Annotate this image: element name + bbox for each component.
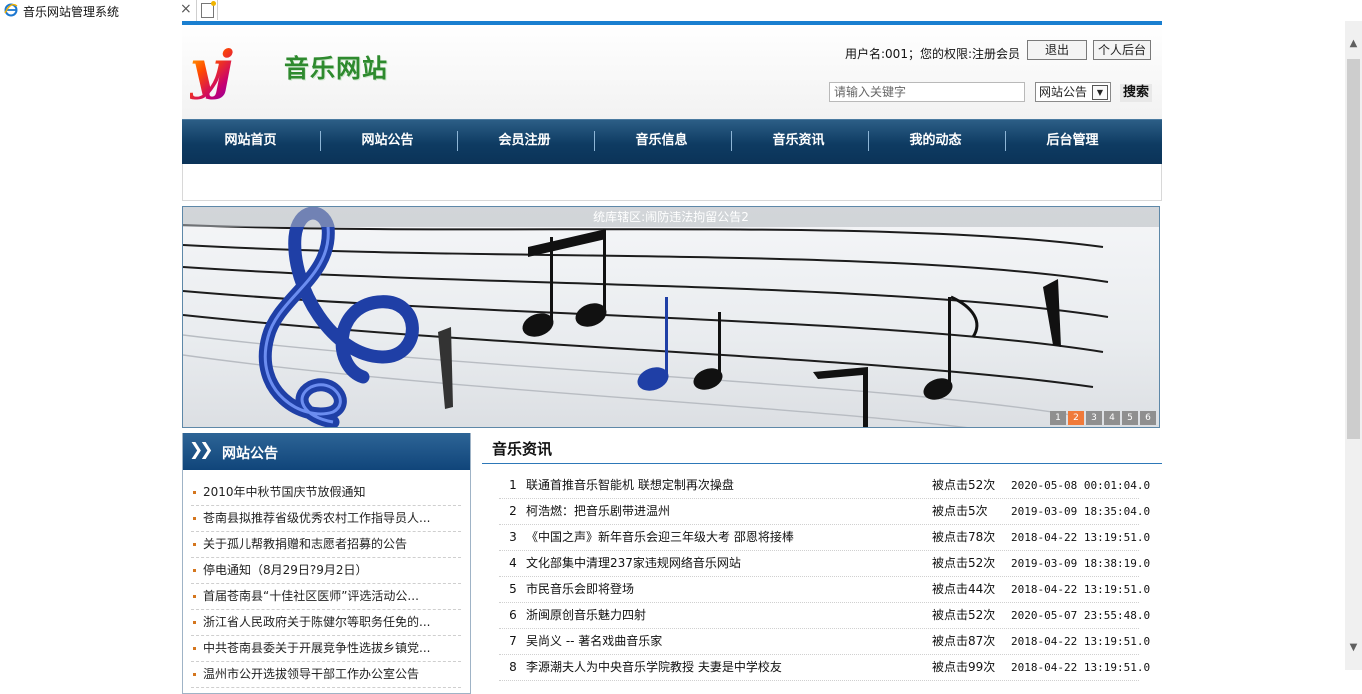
search-input[interactable]: 请输入关键字: [829, 82, 1025, 102]
news-row-date: 2020-05-08 00:01:04.0: [1011, 479, 1151, 492]
notice-item[interactable]: 首届苍南县“十佳社区医师”评选活动公...: [191, 584, 461, 610]
banner-page-button-active[interactable]: 2: [1068, 411, 1084, 425]
news-row-title[interactable]: 《中国之声》新年音乐会迎三年级大考 邵恩将接棒: [526, 525, 926, 550]
scroll-up-icon[interactable]: ▲: [1345, 35, 1362, 52]
chevron-down-icon: ▼: [1092, 85, 1108, 100]
search-scope-select[interactable]: 网站公告 ▼: [1035, 82, 1111, 102]
nav-item-home[interactable]: 网站首页: [182, 120, 319, 164]
news-row-date: 2019-03-09 18:38:19.0: [1011, 557, 1151, 570]
news-row-index: 6: [509, 608, 517, 622]
news-row-index: 1: [509, 478, 517, 492]
news-row-title[interactable]: 柯浩燃：把音乐剧带进温州: [526, 499, 926, 524]
music-news-panel: 音乐资讯 1 联通首推音乐智能机 联想定制再次操盘 被点击52次 2020-05…: [482, 433, 1162, 693]
news-row-date: 2019-03-09 18:35:04.0: [1011, 505, 1151, 518]
news-row-index: 7: [509, 634, 517, 648]
new-tab-icon: [201, 1, 216, 18]
nav-item-notices[interactable]: 网站公告: [319, 120, 456, 164]
notice-panel: ❯❯ 网站公告 2010年中秋节国庆节放假通知 苍南县拟推荐省级优秀农村工作指导…: [182, 433, 471, 694]
news-row-date: 2020-05-07 23:55:48.0: [1011, 609, 1151, 622]
banner-slideshow[interactable]: 统库辖区:闹防违法拘留公告2 123456: [182, 206, 1160, 428]
site-logo[interactable]: yj: [190, 41, 262, 107]
notice-item[interactable]: 中共苍南县委关于开展竞争性选拔乡镇党...: [191, 636, 461, 662]
news-row-title[interactable]: 吴尚义 -- 著名戏曲音乐家: [526, 629, 926, 654]
news-row-index: 4: [509, 556, 517, 570]
site-header: yj 音乐网站 用户名:001；您的权限:注册会员 退出 个人后台 请输入关键字…: [182, 25, 1162, 119]
browser-tab-bar: 音乐网站管理系统 ×: [0, 0, 1362, 21]
notice-item[interactable]: 温州市公开选拔领导干部工作办公室公告: [191, 662, 461, 688]
vertical-scrollbar[interactable]: ▲ ▼: [1345, 21, 1362, 670]
notice-item[interactable]: 苍南县拟推荐省级优秀农村工作指导员人...: [191, 506, 461, 532]
notice-item[interactable]: 停电通知（8月29日?9月2日）: [191, 558, 461, 584]
news-row[interactable]: 4 文化部集中清理237家违规网络音乐网站 被点击52次 2019-03-09 …: [499, 551, 1151, 577]
nav-item-admin[interactable]: 后台管理: [1004, 120, 1141, 164]
news-row-clicks: 被点击5次: [932, 504, 988, 518]
news-row[interactable]: 3 《中国之声》新年音乐会迎三年级大考 邵恩将接棒 被点击78次 2018-04…: [499, 525, 1151, 551]
notice-item[interactable]: 浙江省人民政府关于陈健尔等职务任免的...: [191, 610, 461, 636]
notice-list: 2010年中秋节国庆节放假通知 苍南县拟推荐省级优秀农村工作指导员人... 关于…: [191, 480, 461, 688]
news-row-date: 2018-04-22 13:19:51.0: [1011, 583, 1151, 596]
news-row-title[interactable]: 浙闽原创音乐魅力四射: [526, 603, 926, 628]
scroll-down-icon[interactable]: ▼: [1345, 639, 1362, 656]
news-row-title[interactable]: 市民音乐会即将登场: [526, 577, 926, 602]
news-row-index: 8: [509, 660, 517, 674]
music-news-divider: [482, 463, 1162, 464]
nav-item-my-activity[interactable]: 我的动态: [867, 120, 1004, 164]
news-row-date: 2018-04-22 13:19:51.0: [1011, 531, 1151, 544]
news-row[interactable]: 8 李源潮夫人为中央音乐学院教授 夫妻是中学校友 被点击99次 2018-04-…: [499, 655, 1151, 681]
logout-button[interactable]: 退出: [1027, 40, 1087, 60]
notice-item[interactable]: 2010年中秋节国庆节放假通知: [191, 480, 461, 506]
banner-page-button[interactable]: 1: [1050, 411, 1066, 425]
new-tab-button[interactable]: [197, 0, 218, 20]
news-row-clicks: 被点击52次: [932, 556, 996, 570]
music-news-list: 1 联通首推音乐智能机 联想定制再次操盘 被点击52次 2020-05-08 0…: [499, 473, 1151, 681]
banner-page-button[interactable]: 5: [1122, 411, 1138, 425]
news-row-clicks: 被点击44次: [932, 582, 996, 596]
personal-admin-button[interactable]: 个人后台: [1093, 40, 1151, 60]
news-row[interactable]: 6 浙闽原创音乐魅力四射 被点击52次 2020-05-07 23:55:48.…: [499, 603, 1151, 629]
music-notes-illustration: [183, 207, 1109, 427]
news-row-clicks: 被点击99次: [932, 660, 996, 674]
close-icon[interactable]: ×: [180, 1, 192, 17]
notice-panel-header: ❯❯ 网站公告: [183, 433, 470, 470]
site-name: 音乐网站: [284, 54, 389, 83]
news-row-title[interactable]: 联通首推音乐智能机 联想定制再次操盘: [526, 473, 926, 498]
double-chevron-right-icon: ❯❯: [189, 440, 213, 460]
news-row-title[interactable]: 李源潮夫人为中央音乐学院教授 夫妻是中学校友: [526, 655, 926, 680]
news-row-date: 2018-04-22 13:19:51.0: [1011, 661, 1151, 674]
user-info: 用户名:001；您的权限:注册会员: [845, 47, 1020, 61]
news-row[interactable]: 2 柯浩燃：把音乐剧带进温州 被点击5次 2019-03-09 18:35:04…: [499, 499, 1151, 525]
ie-icon: [4, 3, 18, 17]
notice-panel-title: 网站公告: [222, 446, 278, 462]
banner-pager: 123456: [1048, 409, 1156, 425]
news-row-clicks: 被点击78次: [932, 530, 996, 544]
news-row[interactable]: 1 联通首推音乐智能机 联想定制再次操盘 被点击52次 2020-05-08 0…: [499, 473, 1151, 499]
browser-tab-title: 音乐网站管理系统: [23, 5, 120, 19]
sub-nav-bar: [182, 164, 1162, 201]
news-row-clicks: 被点击52次: [932, 478, 996, 492]
news-row-clicks: 被点击87次: [932, 634, 996, 648]
news-row-index: 3: [509, 530, 517, 544]
news-row-index: 2: [509, 504, 517, 518]
music-news-title: 音乐资讯: [492, 440, 553, 458]
news-row[interactable]: 7 吴尚义 -- 著名戏曲音乐家 被点击87次 2018-04-22 13:19…: [499, 629, 1151, 655]
search-scope-value: 网站公告: [1039, 85, 1088, 99]
nav-item-music-info[interactable]: 音乐信息: [593, 120, 730, 164]
news-row-index: 5: [509, 582, 517, 596]
news-row-date: 2018-04-22 13:19:51.0: [1011, 635, 1151, 648]
main-nav: 网站首页 网站公告 会员注册 音乐信息 音乐资讯 我的动态 后台管理: [182, 119, 1162, 164]
scrollbar-thumb[interactable]: [1347, 59, 1360, 439]
banner-page-button[interactable]: 4: [1104, 411, 1120, 425]
news-row[interactable]: 5 市民音乐会即将登场 被点击44次 2018-04-22 13:19:51.0: [499, 577, 1151, 603]
banner-page-button[interactable]: 6: [1140, 411, 1156, 425]
browser-tab[interactable]: 音乐网站管理系统 ×: [0, 0, 197, 21]
notice-item[interactable]: 关于孤儿帮教捐赠和志愿者招募的公告: [191, 532, 461, 558]
banner-caption[interactable]: 统库辖区:闹防违法拘留公告2: [183, 207, 1159, 227]
nav-item-register[interactable]: 会员注册: [456, 120, 593, 164]
search-button[interactable]: 搜索: [1120, 84, 1152, 102]
news-row-title[interactable]: 文化部集中清理237家违规网络音乐网站: [526, 551, 926, 576]
banner-page-button[interactable]: 3: [1086, 411, 1102, 425]
nav-item-music-news[interactable]: 音乐资讯: [730, 120, 867, 164]
news-row-clicks: 被点击52次: [932, 608, 996, 622]
